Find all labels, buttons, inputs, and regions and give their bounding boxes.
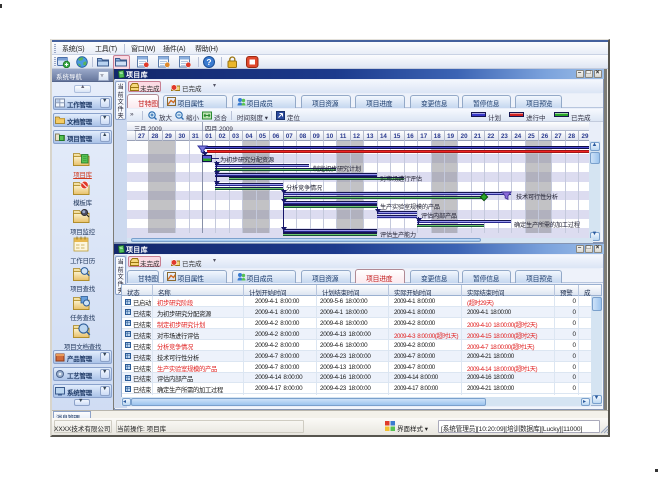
svg-text:?: ?: [206, 57, 211, 67]
